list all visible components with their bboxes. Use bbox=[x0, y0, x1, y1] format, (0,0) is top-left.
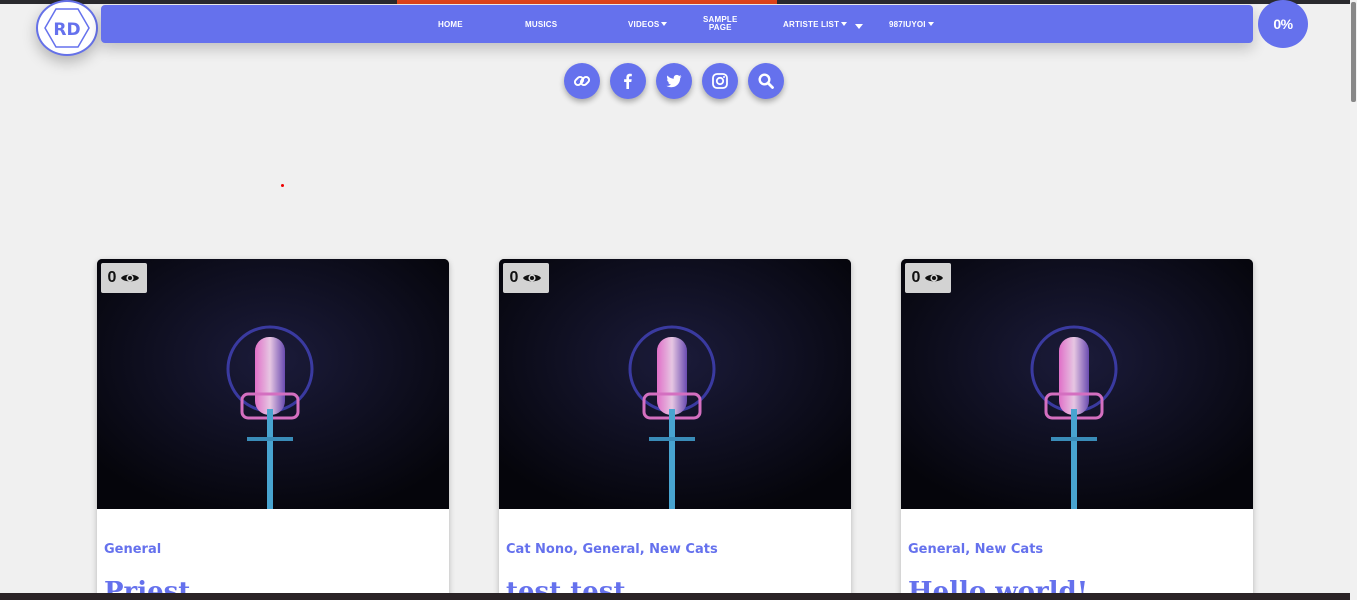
post-card[interactable]: 0 General Priest bbox=[97, 259, 449, 600]
post-categories[interactable]: General bbox=[104, 542, 161, 557]
nav-item-label: 987IUYOI bbox=[889, 19, 926, 29]
nav-item-label: VIDEOS bbox=[628, 19, 660, 29]
views-count: 0 bbox=[107, 269, 117, 286]
reading-progress-badge: 0% bbox=[1258, 0, 1308, 48]
nav-item-label-line2: PAGE bbox=[708, 23, 732, 32]
facebook-button[interactable] bbox=[610, 63, 646, 99]
post-categories[interactable]: General, New Cats bbox=[908, 542, 1043, 557]
search-icon bbox=[758, 73, 774, 89]
microphone-image bbox=[499, 259, 851, 509]
progress-label: 0% bbox=[1273, 16, 1293, 32]
post-card[interactable]: 0 Cat Nono, General, New Cats test test bbox=[499, 259, 851, 600]
eye-icon bbox=[523, 274, 542, 282]
microphone-image bbox=[901, 259, 1253, 509]
instagram-icon bbox=[712, 73, 728, 89]
nav-item-musics[interactable]: MUSICS bbox=[525, 5, 557, 43]
microphone-image bbox=[97, 259, 449, 509]
chevron-down-icon[interactable] bbox=[855, 24, 863, 29]
eye-icon bbox=[925, 274, 944, 282]
post-card[interactable]: 0 General, New Cats Hello world! bbox=[901, 259, 1253, 600]
nav-item-home[interactable]: HOME bbox=[438, 5, 463, 43]
top-accent-bar bbox=[397, 0, 777, 4]
views-badge: 0 bbox=[101, 263, 147, 293]
post-thumbnail[interactable]: 0 bbox=[901, 259, 1253, 509]
logo-mark-icon: RD bbox=[44, 8, 90, 48]
post-thumbnail[interactable]: 0 bbox=[499, 259, 851, 509]
chevron-down-icon bbox=[841, 22, 848, 26]
bottom-strip bbox=[0, 593, 1350, 600]
views-badge: 0 bbox=[503, 263, 549, 293]
post-categories[interactable]: Cat Nono, General, New Cats bbox=[506, 542, 718, 557]
stray-dot bbox=[281, 184, 284, 187]
views-count: 0 bbox=[509, 269, 519, 286]
views-badge: 0 bbox=[905, 263, 951, 293]
main-navbar: HOME MUSICS VIDEOS SAMPLE PAGE ARTISTE L… bbox=[101, 5, 1253, 43]
logo-text: RD bbox=[53, 20, 80, 40]
search-button[interactable] bbox=[748, 63, 784, 99]
views-count: 0 bbox=[911, 269, 921, 286]
twitter-icon bbox=[666, 74, 682, 88]
eye-icon bbox=[121, 274, 140, 282]
chevron-down-icon bbox=[927, 22, 934, 26]
site-logo[interactable]: RD bbox=[36, 0, 98, 56]
link-icon bbox=[573, 75, 591, 87]
nav-item-label: ARTISTE LIST bbox=[783, 19, 840, 29]
nav-item-videos[interactable]: VIDEOS bbox=[628, 5, 668, 43]
nav-item-sample-page[interactable]: SAMPLE PAGE bbox=[703, 5, 738, 43]
nav-item-artiste-list[interactable]: ARTISTE LIST bbox=[783, 5, 848, 43]
scrollbar[interactable] bbox=[1350, 0, 1357, 600]
link-button[interactable] bbox=[564, 63, 600, 99]
instagram-button[interactable] bbox=[702, 63, 738, 99]
scrollbar-thumb[interactable] bbox=[1351, 2, 1356, 102]
nav-item-label: HOME bbox=[438, 19, 463, 29]
twitter-button[interactable] bbox=[656, 63, 692, 99]
chevron-down-icon bbox=[661, 22, 668, 26]
nav-item-987iuyoi[interactable]: 987IUYOI bbox=[889, 5, 934, 43]
facebook-icon bbox=[624, 73, 632, 89]
nav-item-label: MUSICS bbox=[525, 19, 558, 29]
post-thumbnail[interactable]: 0 bbox=[97, 259, 449, 509]
